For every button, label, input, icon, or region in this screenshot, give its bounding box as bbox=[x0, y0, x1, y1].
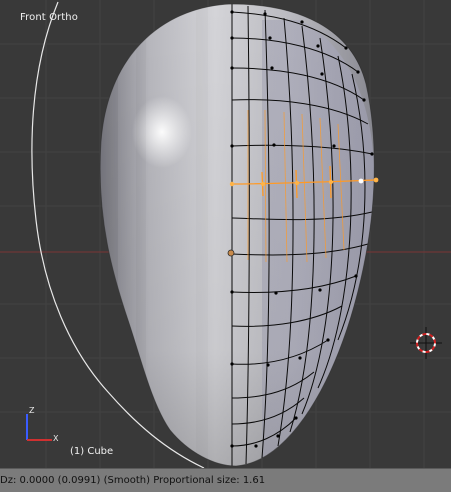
view-name-label: Front Ortho bbox=[20, 12, 78, 23]
head-mesh[interactable] bbox=[0, 0, 451, 468]
transform-status-text: Dz: 0.0000 (0.0991) (Smooth) Proportiona… bbox=[0, 475, 266, 486]
status-bar: Dz: 0.0000 (0.0991) (Smooth) Proportiona… bbox=[0, 468, 451, 492]
object-origin bbox=[227, 249, 235, 257]
viewport-canvas[interactable]: Z X bbox=[0, 0, 451, 468]
active-object-label: (1) Cube bbox=[70, 446, 114, 457]
3d-viewport[interactable]: Z X Front Ortho (1) Cube bbox=[0, 0, 451, 468]
axis-gizmo-x-label: X bbox=[53, 434, 59, 443]
3d-cursor-icon bbox=[410, 327, 442, 359]
axis-gizmo-z-label: Z bbox=[29, 406, 35, 415]
